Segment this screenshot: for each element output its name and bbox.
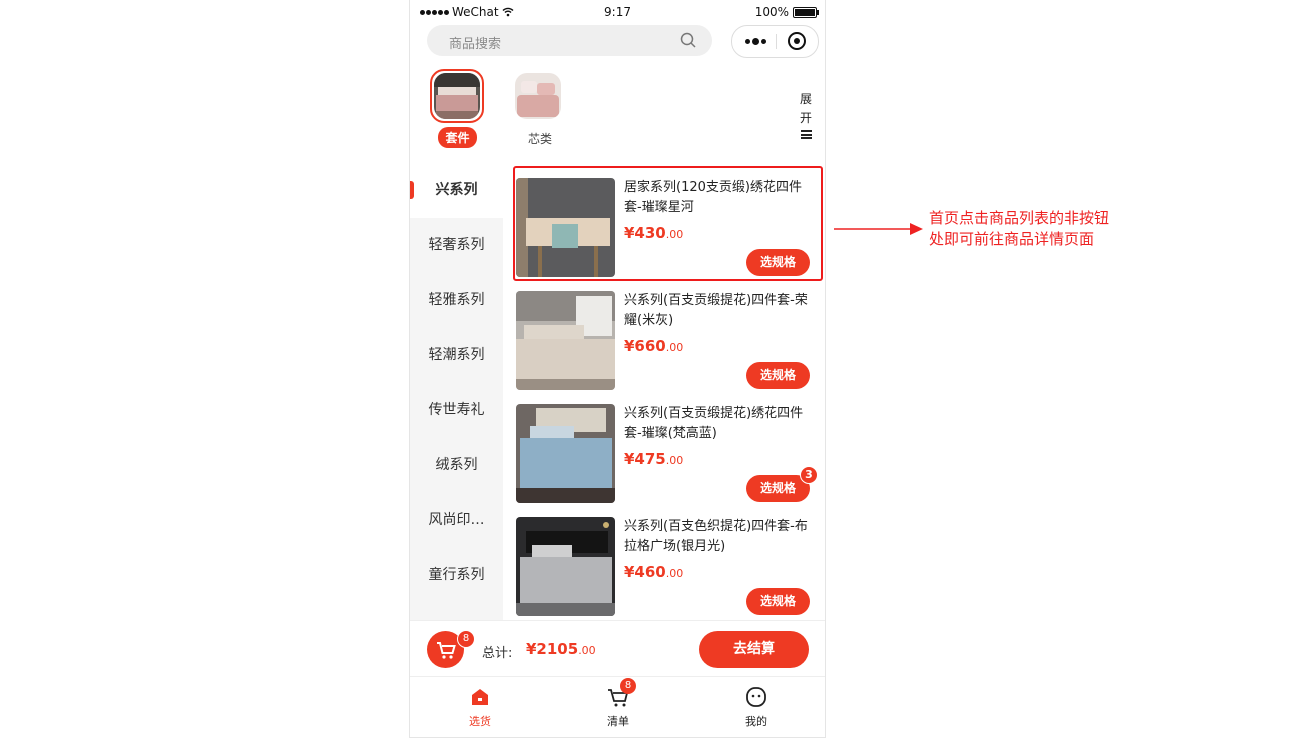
annotation-line: 处即可前往商品详情页面 bbox=[929, 230, 1095, 248]
tab-label: 我的 bbox=[745, 715, 767, 728]
annotation-text: 首页点击商品列表的非按钮 处即可前往商品详情页面 bbox=[929, 208, 1149, 250]
series-sidebar: 兴系列 轻奢系列 轻雅系列 轻潮系列 传世寿礼 绒系列 风尚印… 童行系列 bbox=[410, 163, 503, 620]
category-image-frame bbox=[430, 69, 484, 123]
sidebar-item-label: 童行系列 bbox=[428, 567, 485, 583]
sidebar-item-qingshe[interactable]: 轻奢系列 bbox=[410, 218, 503, 273]
tab-label: 清单 bbox=[607, 715, 629, 728]
capsule-divider bbox=[776, 34, 777, 49]
status-bar: WeChat 9:17 100% bbox=[410, 0, 825, 24]
product-card[interactable]: 兴系列(百支色织提花)四件套-布拉格广场(银月光) ¥460.00 选规格 bbox=[516, 517, 816, 618]
product-price: ¥460.00 bbox=[624, 563, 684, 581]
sidebar-item-label: 轻潮系列 bbox=[428, 347, 485, 363]
sidebar-item-label: 绒系列 bbox=[435, 457, 478, 473]
product-image[interactable] bbox=[516, 404, 615, 503]
product-image[interactable] bbox=[516, 291, 615, 390]
expand-char: 开 bbox=[799, 111, 812, 125]
total-label: 总计: bbox=[482, 646, 513, 661]
select-spec-button[interactable]: 选规格 bbox=[746, 588, 810, 615]
cart-icon: 8 bbox=[606, 678, 636, 709]
highlight-box bbox=[513, 166, 823, 281]
product-image[interactable] bbox=[516, 517, 615, 616]
checkout-button[interactable]: 去结算 bbox=[699, 631, 809, 668]
arrow-icon bbox=[834, 223, 923, 235]
select-spec-button[interactable]: 选规格 3 bbox=[746, 466, 818, 502]
sidebar-item-label: 传世寿礼 bbox=[428, 402, 485, 418]
product-name: 兴系列(百支色织提花)四件套-布拉格广场(银月光) bbox=[624, 519, 808, 554]
sidebar-item-label: 风尚印… bbox=[428, 512, 485, 528]
annotation-line: 首页点击商品列表的非按钮 bbox=[929, 209, 1110, 227]
status-right: 100% bbox=[754, 5, 819, 19]
battery-label: 100% bbox=[754, 5, 789, 19]
active-marker bbox=[410, 181, 414, 199]
category-label: 芯类 bbox=[527, 132, 552, 146]
category-image bbox=[515, 73, 561, 119]
top-category-sets[interactable]: 套件 bbox=[430, 69, 485, 148]
product-price: ¥660.00 bbox=[624, 337, 684, 355]
close-miniprogram-icon[interactable] bbox=[788, 32, 806, 50]
list-count-badge: 8 bbox=[620, 678, 636, 694]
expand-char: 展 bbox=[799, 92, 812, 106]
sidebar-item-label: 轻雅系列 bbox=[428, 292, 485, 308]
sidebar-item-fengshang[interactable]: 风尚印… bbox=[410, 493, 503, 548]
sidebar-item-shouli[interactable]: 传世寿礼 bbox=[410, 383, 503, 438]
tab-label: 选货 bbox=[469, 715, 491, 728]
category-image bbox=[434, 73, 480, 119]
sidebar-item-label: 兴系列 bbox=[435, 182, 478, 198]
home-icon bbox=[468, 685, 492, 709]
checkout-bar: 8 总计: ¥2105.00 去结算 bbox=[410, 620, 825, 677]
expand-categories-button[interactable]: 展 开 bbox=[799, 90, 813, 139]
cart-count-badge: 8 bbox=[457, 630, 475, 648]
battery-icon bbox=[793, 6, 819, 18]
select-spec-label: 选规格 bbox=[759, 481, 796, 495]
sidebar-item-xing[interactable]: 兴系列 bbox=[410, 163, 503, 218]
sidebar-item-tongxing[interactable]: 童行系列 bbox=[410, 548, 503, 603]
miniprogram-capsule bbox=[731, 25, 819, 58]
tab-list[interactable]: 8 清单 bbox=[578, 678, 658, 729]
quantity-badge: 3 bbox=[800, 466, 818, 484]
product-name: 兴系列(百支贡缎提花)绣花四件套-璀璨(梵高蓝) bbox=[624, 406, 804, 441]
search-placeholder: 商品搜索 bbox=[449, 37, 502, 52]
category-label: 套件 bbox=[438, 127, 477, 148]
product-card[interactable]: 兴系列(百支贡缎提花)四件套-荣耀(米灰) ¥660.00 选规格 bbox=[516, 291, 816, 392]
sidebar-item-qingya[interactable]: 轻雅系列 bbox=[410, 273, 503, 328]
product-price: ¥475.00 bbox=[624, 450, 684, 468]
phone-screen: WeChat 9:17 100% 商品搜索 套件 芯类 展 开 兴系列 轻奢系列… bbox=[409, 0, 826, 738]
tab-mine[interactable]: 我的 bbox=[716, 685, 796, 729]
select-spec-button[interactable]: 选规格 bbox=[746, 362, 810, 389]
top-category-fillings[interactable]: 芯类 bbox=[515, 73, 565, 147]
sidebar-item-rong[interactable]: 绒系列 bbox=[410, 438, 503, 493]
sidebar-item-qingchao[interactable]: 轻潮系列 bbox=[410, 328, 503, 383]
sidebar-item-label: 轻奢系列 bbox=[428, 237, 485, 253]
menu-icon bbox=[800, 130, 812, 139]
total-amount: ¥2105.00 bbox=[526, 640, 596, 658]
more-icon[interactable] bbox=[745, 38, 766, 45]
tab-select-goods[interactable]: 选货 bbox=[440, 685, 520, 729]
product-name: 兴系列(百支贡缎提花)四件套-荣耀(米灰) bbox=[624, 293, 808, 328]
search-icon[interactable] bbox=[680, 32, 696, 48]
tab-bar: 选货 8 清单 我的 bbox=[410, 676, 825, 737]
product-card[interactable]: 兴系列(百支贡缎提花)绣花四件套-璀璨(梵高蓝) ¥475.00 选规格 3 bbox=[516, 404, 818, 505]
face-icon bbox=[744, 685, 768, 709]
search-input[interactable]: 商品搜索 bbox=[427, 25, 712, 56]
